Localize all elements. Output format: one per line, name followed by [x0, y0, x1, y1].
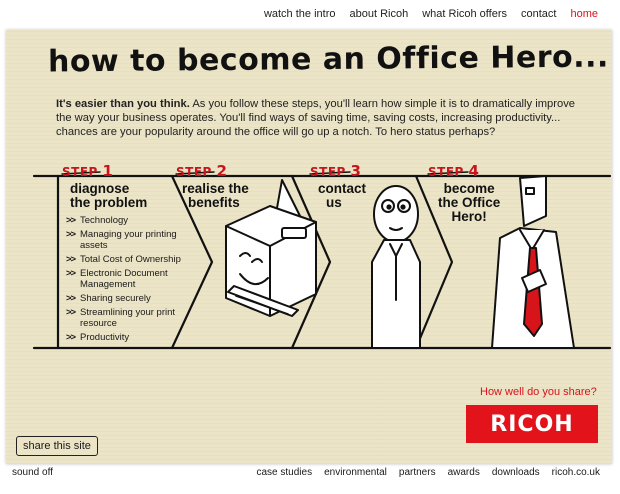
step3-label: STEP 3 [310, 162, 362, 180]
step4-heading[interactable]: become the Office Hero! [438, 182, 500, 224]
step2-heading-line: realise the [182, 181, 249, 196]
step2-heading[interactable]: realise the benefits [182, 182, 249, 210]
step4-heading-line: Hero! [451, 209, 487, 224]
step1-heading-line: diagnose [70, 181, 130, 196]
share-question-link[interactable]: How well do you share? [480, 386, 597, 398]
footer-link-awards[interactable]: awards [448, 467, 480, 478]
double-chevron-icon: >> [66, 268, 76, 279]
sound-toggle[interactable]: sound off [12, 467, 53, 478]
problem-checklist: >> Technology >> Managing your printing as… [66, 215, 206, 346]
step3-heading-line: contact [318, 181, 367, 196]
footer-link-downloads[interactable]: downloads [492, 467, 540, 478]
step3-heading-line: us [326, 195, 342, 210]
checklist-item-tco[interactable]: >> Total Cost of Ownership [66, 254, 206, 265]
step3-heading[interactable]: contact us [318, 182, 366, 210]
footer-nav: case studies environmental partners awar… [256, 467, 600, 478]
contact-man-figure [371, 185, 421, 349]
checklist-item-printing-assets[interactable]: >> Managing your printing assets [66, 229, 206, 251]
step4-label: STEP 4 [428, 162, 480, 180]
double-chevron-icon: >> [66, 332, 76, 343]
checklist-item-sharing[interactable]: >> Sharing securely [66, 293, 206, 304]
checklist-item-productivity[interactable]: >> Productivity [66, 332, 206, 343]
double-chevron-icon: >> [66, 229, 76, 240]
step4-heading-line: the Office [438, 195, 501, 210]
double-chevron-icon: >> [66, 215, 76, 226]
double-chevron-icon: >> [66, 307, 76, 318]
footer-link-case-studies[interactable]: case studies [256, 467, 312, 478]
checklist-item-edm[interactable]: >> Electronic Document Management [66, 268, 206, 290]
checklist-item-print-resource[interactable]: >> Streamlining your print resource [66, 307, 206, 329]
ricoh-logo[interactable]: RICOH [466, 405, 598, 443]
double-chevron-icon: >> [66, 293, 76, 304]
step1-heading[interactable]: diagnose the problem [70, 182, 147, 210]
double-chevron-icon: >> [66, 254, 76, 265]
step4-heading-line: become [443, 181, 495, 196]
footer-link-partners[interactable]: partners [399, 467, 436, 478]
step1-label: STEP 1 [62, 162, 114, 180]
footer-link-environmental[interactable]: environmental [324, 467, 387, 478]
office-hero-figure [491, 175, 575, 349]
step2-label: STEP 2 [176, 162, 228, 180]
checklist-item-technology[interactable]: >> Technology [66, 215, 206, 226]
step2-heading-line: benefits [188, 195, 240, 210]
share-site-button[interactable]: share this site [16, 436, 98, 456]
step1-heading-line: the problem [70, 195, 148, 210]
footer-link-ricoh-co-uk[interactable]: ricoh.co.uk [552, 467, 600, 478]
